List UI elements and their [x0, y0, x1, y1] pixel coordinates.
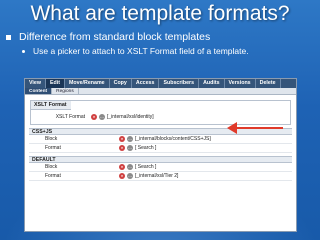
sub-tab-bar: Content Regions [25, 88, 296, 95]
slide-title: What are template formats? [30, 2, 290, 25]
row-value[interactable]: [ Search ] [135, 145, 156, 151]
row-value[interactable]: [_internal/xsl/Tier 2] [135, 173, 178, 179]
tab-view[interactable]: View [25, 79, 46, 88]
bullet-1-text: Difference from standard block templates [19, 31, 211, 43]
tab-access[interactable]: Access [132, 79, 160, 88]
clear-icon[interactable]: × [119, 136, 125, 142]
subtab-content[interactable]: Content [25, 88, 53, 94]
tab-versions[interactable]: Versions [225, 79, 256, 88]
tab-move-rename[interactable]: Move/Rename [65, 79, 110, 88]
row-value[interactable]: [_internal/blocks/content/CSS+JS] [135, 136, 211, 142]
row-label: Format [45, 145, 61, 151]
embedded-screenshot: View Edit Move/Rename Copy Access Subscr… [24, 78, 297, 232]
row-label: Block [45, 164, 58, 170]
table-row: Block × … [ Search ] [29, 163, 292, 172]
tab-subscribers[interactable]: Subscribers [159, 79, 200, 88]
square-bullet-icon [6, 34, 11, 40]
xslt-panel-header: XSLT Format [31, 101, 71, 110]
bullet-level-2: Use a picker to attach to XSLT Format fi… [22, 46, 249, 56]
row-label: Format [45, 173, 61, 179]
row-value[interactable]: [ Search ] [135, 164, 156, 170]
subtab-regions[interactable]: Regions [52, 88, 79, 94]
clear-icon[interactable]: × [91, 114, 97, 120]
region-section-default: DEFAULT Block × … [ Search ] Format × … … [29, 156, 292, 181]
picker-icon[interactable]: … [127, 173, 133, 179]
table-row: Format × … [_internal/xsl/Tier 2] [29, 172, 292, 181]
picker-icon[interactable]: … [127, 145, 133, 151]
clear-icon[interactable]: × [119, 164, 125, 170]
picker-icon[interactable]: … [99, 114, 105, 120]
tab-copy[interactable]: Copy [110, 79, 132, 88]
row-label: Block [45, 136, 58, 142]
xslt-format-label: XSLT Format [55, 114, 85, 120]
picker-icon[interactable]: … [127, 164, 133, 170]
dot-bullet-icon [22, 49, 25, 53]
asset-tab-bar: View Edit Move/Rename Copy Access Subscr… [25, 79, 296, 88]
table-row: Block × … [_internal/blocks/content/CSS+… [29, 135, 292, 144]
tab-audits[interactable]: Audits [199, 79, 225, 88]
tab-edit[interactable]: Edit [45, 79, 65, 88]
clear-icon[interactable]: × [119, 145, 125, 151]
tab-delete[interactable]: Delete [256, 79, 281, 88]
bullet-2-text: Use a picker to attach to XSLT Format fi… [33, 46, 249, 56]
section-header-default: DEFAULT [29, 156, 292, 163]
picker-icon[interactable]: … [127, 136, 133, 142]
xslt-format-value[interactable]: [_internal/xsl/identity] [107, 114, 154, 120]
table-row: Format × … [ Search ] [29, 144, 292, 153]
annotation-arrow-icon [227, 122, 283, 134]
bullet-level-1: Difference from standard block templates [6, 31, 210, 43]
clear-icon[interactable]: × [119, 173, 125, 179]
